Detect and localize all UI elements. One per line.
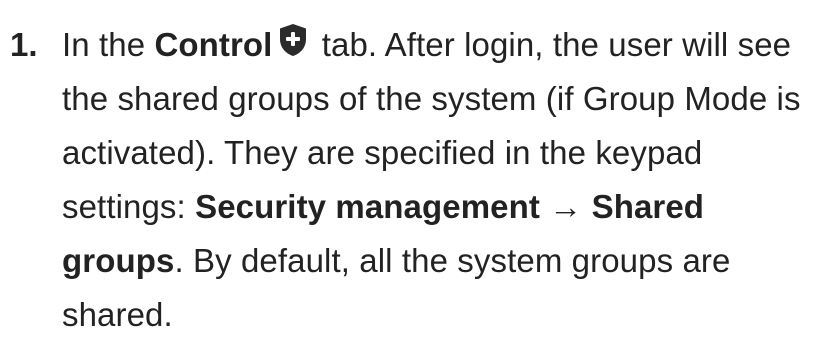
shield-plus-icon xyxy=(278,23,308,57)
security-management-label: Security management xyxy=(195,188,540,225)
control-tab-label: Control xyxy=(154,26,273,63)
intro-text: In the xyxy=(62,26,155,63)
instruction-document: 1. In the Control tab. After login, the … xyxy=(0,0,822,347)
arrow-separator: → xyxy=(539,188,592,225)
step-item: 1. In the Control tab. After login, the … xyxy=(0,0,822,342)
step-text: In the Control tab. After login, the use… xyxy=(62,0,814,342)
step-number: 1. xyxy=(10,26,38,63)
